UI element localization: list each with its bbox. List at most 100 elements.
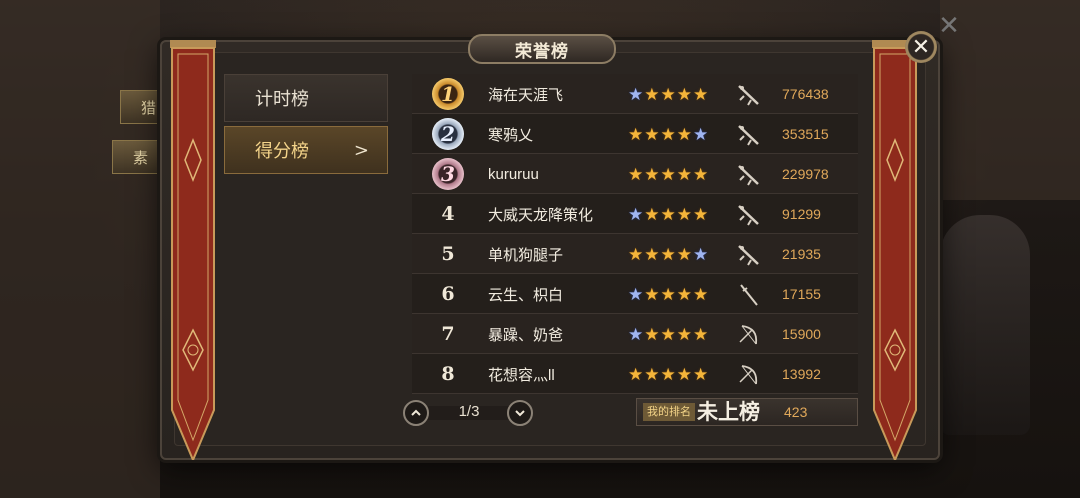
player-name: 海在天涯飞 xyxy=(488,86,564,104)
gold-star-icon: ★ xyxy=(676,364,692,384)
star-rating: ★ ★ ★ ★ ★ xyxy=(628,114,708,154)
player-name: 暴躁、奶爸 xyxy=(488,326,564,344)
background-close-icon: ✕ xyxy=(938,10,960,40)
blue-star-icon: ★ xyxy=(628,84,644,104)
table-row[interactable]: 7 暴躁、奶爸 ★ ★ ★ ★ ★ 15900 xyxy=(412,314,858,354)
table-row[interactable]: 6 云生、枳白 ★ ★ ★ ★ ★ 17155 xyxy=(412,274,858,314)
gold-star-icon: ★ xyxy=(644,324,660,344)
star-rating: ★ ★ ★ ★ ★ xyxy=(628,74,708,114)
chevron-right-icon: > xyxy=(353,139,369,161)
player-name: 花想容灬ll xyxy=(488,366,555,384)
table-row[interactable]: 4 大威天龙降策化 ★ ★ ★ ★ ★ 91299 xyxy=(412,194,858,234)
player-score: 13992 xyxy=(782,366,821,382)
gold-star-icon: ★ xyxy=(644,164,660,184)
tab-score-ranking-label: 得分榜 xyxy=(255,141,309,162)
gold-star-icon: ★ xyxy=(676,324,692,344)
gold-medal-icon: 1 xyxy=(432,78,464,110)
rank-cell: 8 xyxy=(441,363,455,385)
my-rank-value: 未上榜 xyxy=(697,399,760,424)
rifle-icon xyxy=(738,165,759,186)
bow-icon xyxy=(739,325,758,345)
star-rating: ★ ★ ★ ★ ★ xyxy=(628,234,708,274)
gold-star-icon: ★ xyxy=(660,204,676,224)
table-row[interactable]: 3 kururuu ★ ★ ★ ★ ★ 229978 xyxy=(412,154,858,194)
gold-star-icon: ★ xyxy=(660,324,676,344)
my-rank-box: 我的排名 未上榜 423 xyxy=(636,398,858,426)
gold-star-icon: ★ xyxy=(628,164,644,184)
tab-time-ranking-label: 计时榜 xyxy=(255,89,309,110)
tab-time-ranking[interactable]: 计时榜 xyxy=(224,74,388,122)
gold-star-icon: ★ xyxy=(644,124,660,144)
chevron-down-icon xyxy=(515,410,525,417)
gold-star-icon: ★ xyxy=(628,124,644,144)
gold-star-icon: ★ xyxy=(644,364,660,384)
rank-cell: 3 xyxy=(428,157,468,191)
gold-star-icon: ★ xyxy=(660,284,676,304)
star-rating: ★ ★ ★ ★ ★ xyxy=(628,274,708,314)
page-indicator: 1/3 xyxy=(458,403,480,420)
rank-cell: 5 xyxy=(441,243,455,265)
scene-character xyxy=(940,215,1030,435)
rank-cell: 1 xyxy=(428,77,468,111)
rank-cell: 6 xyxy=(441,283,455,305)
table-row[interactable]: 5 单机狗腿子 ★ ★ ★ ★ ★ 21935 xyxy=(412,234,858,274)
player-score: 15900 xyxy=(782,326,821,342)
player-score: 776438 xyxy=(782,86,829,102)
gold-star-icon: ★ xyxy=(693,324,709,344)
silver-medal-icon: 2 xyxy=(432,118,464,150)
player-score: 353515 xyxy=(782,126,829,142)
gold-star-icon: ★ xyxy=(676,284,692,304)
gold-star-icon: ★ xyxy=(628,244,644,264)
blue-star-icon: ★ xyxy=(628,324,644,344)
bow-icon xyxy=(739,365,758,385)
gold-star-icon: ★ xyxy=(628,364,644,384)
star-rating: ★ ★ ★ ★ ★ xyxy=(628,314,708,354)
rifle-icon xyxy=(738,205,759,226)
rifle-icon xyxy=(738,85,759,106)
tab-score-ranking[interactable]: 得分榜 > xyxy=(224,126,388,174)
player-score: 229978 xyxy=(782,166,829,182)
scene-right-wall xyxy=(940,0,1080,200)
rank-cell: 2 xyxy=(428,117,468,151)
page-down-button[interactable] xyxy=(507,400,533,426)
blue-star-icon: ★ xyxy=(693,244,709,264)
gold-star-icon: ★ xyxy=(693,204,709,224)
gold-star-icon: ★ xyxy=(660,364,676,384)
gold-star-icon: ★ xyxy=(676,244,692,264)
rank-cell: 4 xyxy=(441,203,455,225)
my-rank-score: 423 xyxy=(784,404,808,420)
rank-cell: 7 xyxy=(441,323,455,345)
gold-star-icon: ★ xyxy=(660,124,676,144)
gold-star-icon: ★ xyxy=(644,204,660,224)
player-score: 21935 xyxy=(782,246,821,262)
gold-star-icon: ★ xyxy=(644,84,660,104)
close-button[interactable]: ✕ xyxy=(905,31,937,63)
gold-star-icon: ★ xyxy=(660,84,676,104)
blade-icon xyxy=(740,284,758,306)
page-up-button[interactable] xyxy=(403,400,429,426)
gold-star-icon: ★ xyxy=(693,284,709,304)
gold-star-icon: ★ xyxy=(644,244,660,264)
player-name: kururuu xyxy=(488,165,539,183)
gold-star-icon: ★ xyxy=(676,204,692,224)
blue-star-icon: ★ xyxy=(628,204,644,224)
player-name: 单机狗腿子 xyxy=(488,246,564,264)
gold-star-icon: ★ xyxy=(676,84,692,104)
table-row[interactable]: 2 寒鸦乂 ★ ★ ★ ★ ★ 353515 xyxy=(412,114,858,154)
star-rating: ★ ★ ★ ★ ★ xyxy=(628,354,708,394)
right-banner xyxy=(872,40,918,460)
panel-title: 荣誉榜 xyxy=(468,34,616,64)
table-row[interactable]: 8 花想容灬ll ★ ★ ★ ★ ★ 13992 xyxy=(412,354,858,394)
leaderboard-table: 1 海在天涯飞 ★ ★ ★ ★ ★ 776438 2 寒鸦乂 ★ ★ ★ ★ ★ 353515 3 kururuu… xyxy=(412,74,858,394)
table-row[interactable]: 1 海在天涯飞 ★ ★ ★ ★ ★ 776438 xyxy=(412,74,858,114)
my-rank-label: 我的排名 xyxy=(643,403,695,421)
player-name: 大威天龙降策化 xyxy=(488,206,594,224)
close-icon: ✕ xyxy=(911,34,931,59)
rifle-icon xyxy=(738,125,759,146)
gold-star-icon: ★ xyxy=(660,164,676,184)
star-rating: ★ ★ ★ ★ ★ xyxy=(628,154,708,194)
star-rating: ★ ★ ★ ★ ★ xyxy=(628,194,708,234)
blue-star-icon: ★ xyxy=(693,124,709,144)
bronze-medal-icon: 3 xyxy=(432,158,464,190)
gold-star-icon: ★ xyxy=(644,284,660,304)
